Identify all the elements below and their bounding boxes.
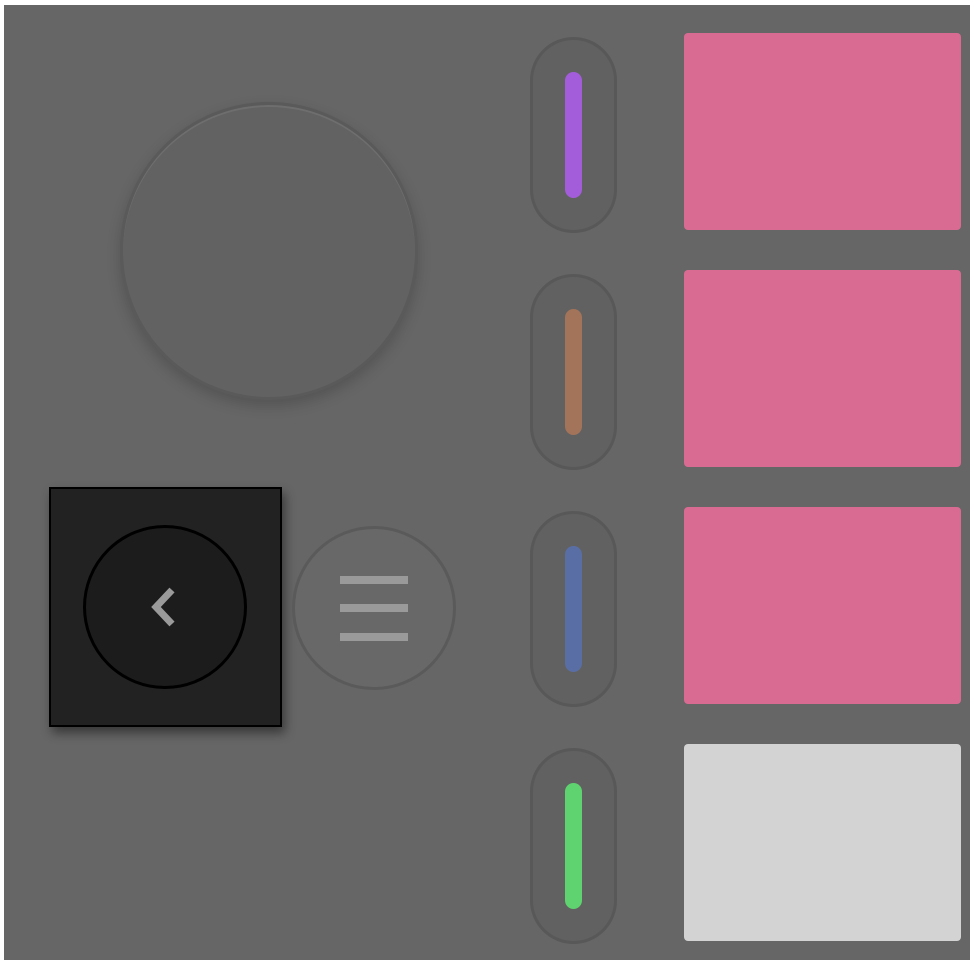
pad-4[interactable] (684, 744, 961, 941)
back-button[interactable] (83, 525, 247, 689)
slider-indicator (565, 546, 582, 672)
pad-1[interactable] (684, 33, 961, 230)
track-slider-3[interactable] (530, 511, 617, 707)
slider-indicator (565, 309, 582, 435)
pad-2[interactable] (684, 270, 961, 467)
menu-icon (340, 576, 408, 641)
slider-indicator (565, 783, 582, 909)
rotary-knob[interactable] (120, 102, 418, 400)
control-panel (4, 5, 970, 960)
chevron-left-icon (151, 587, 175, 627)
track-slider-1[interactable] (530, 37, 617, 233)
slider-indicator (565, 72, 582, 198)
track-slider-4[interactable] (530, 748, 617, 944)
pad-3[interactable] (684, 507, 961, 704)
track-slider-2[interactable] (530, 274, 617, 470)
back-button-frame (49, 487, 282, 727)
menu-button[interactable] (292, 526, 456, 690)
